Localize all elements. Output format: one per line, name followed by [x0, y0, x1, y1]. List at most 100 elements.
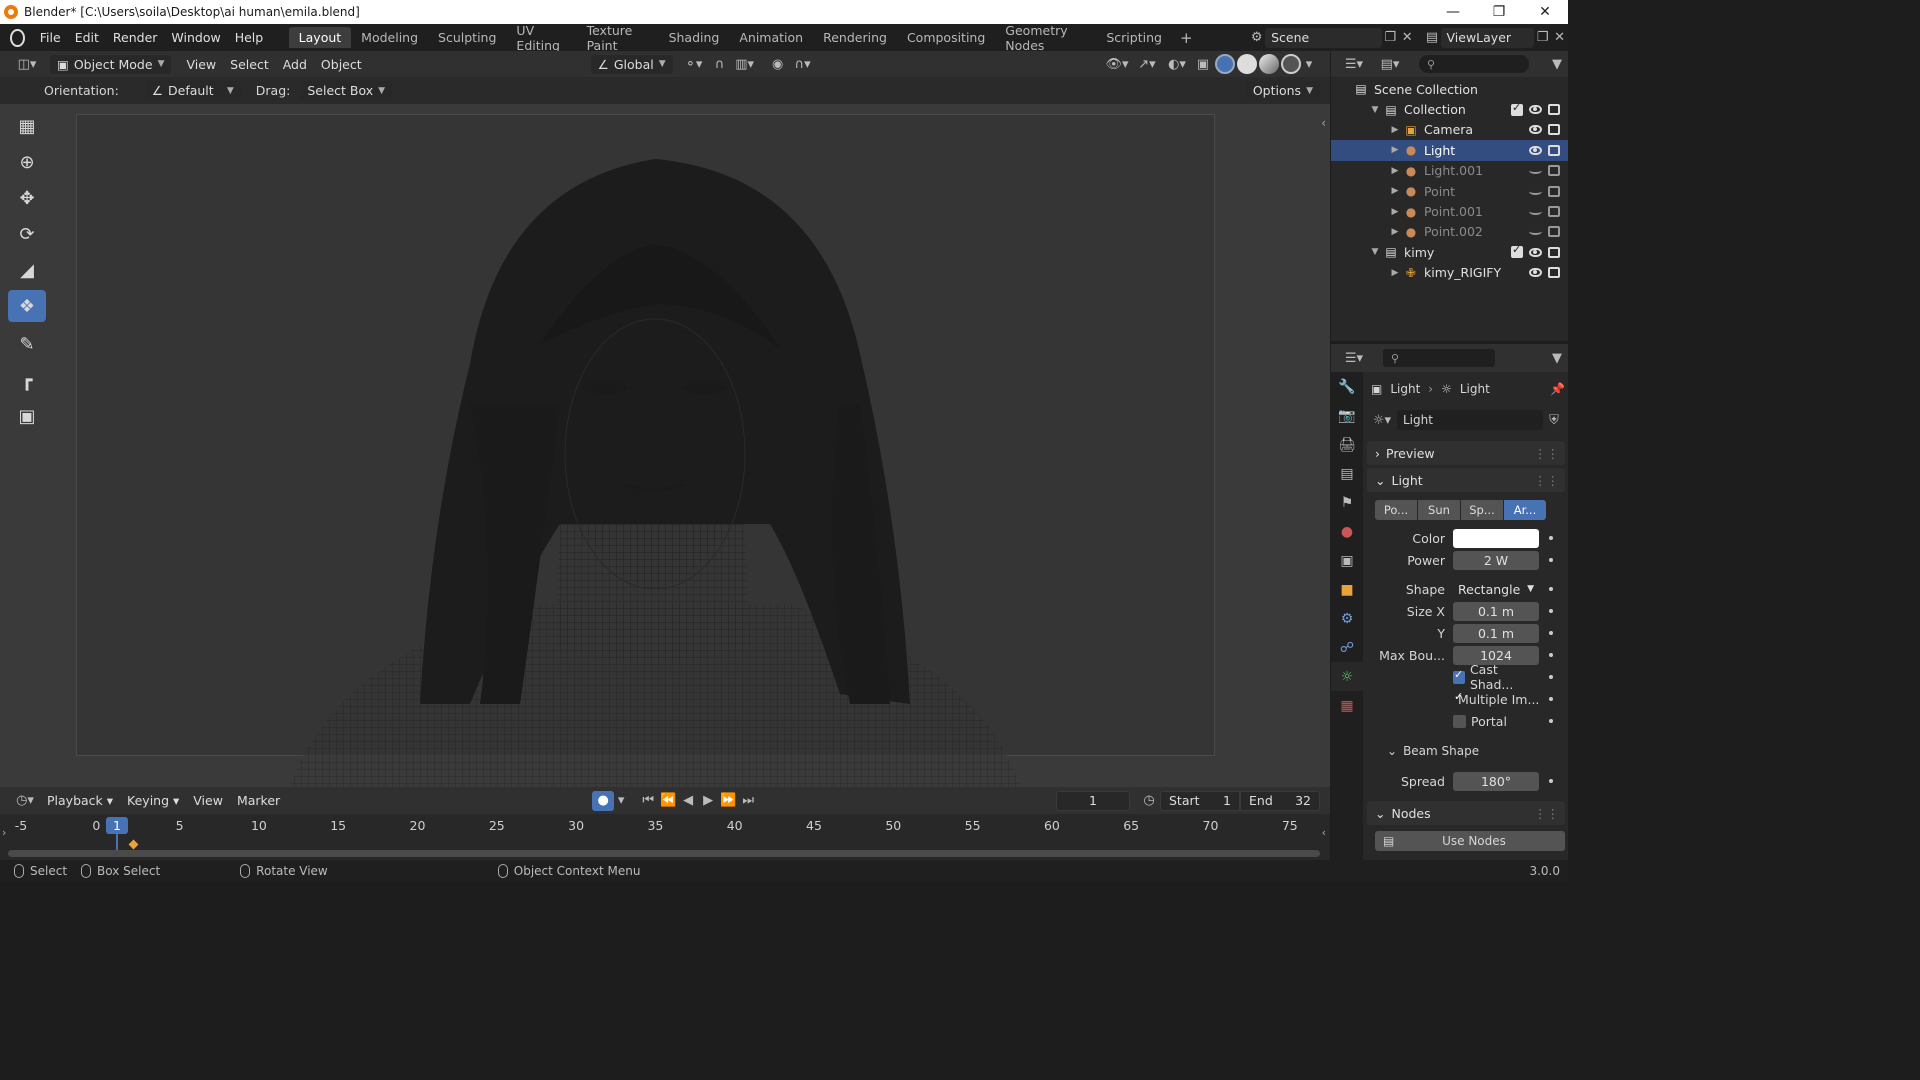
mode-dropdown[interactable]: ▣ Object Mode ▼	[50, 54, 172, 74]
panel-light[interactable]: ⌄ Light ⋮⋮	[1367, 468, 1565, 492]
menu-file[interactable]: File	[33, 30, 68, 45]
light-type-spot[interactable]: Sp...	[1461, 500, 1503, 520]
rotate-tool-icon[interactable]: ⟳	[8, 218, 46, 250]
eye-closed-icon[interactable]	[1529, 188, 1542, 195]
wireframe-shading-icon[interactable]	[1215, 54, 1235, 74]
outliner-object-row[interactable]: ▶ ● Point	[1331, 181, 1568, 201]
outliner-collection-row[interactable]: ▼ ▤ kimy	[1331, 242, 1568, 262]
falloff-icon[interactable]: ∩▾	[789, 54, 817, 74]
tool-tab-icon[interactable]: 🔧	[1331, 372, 1363, 401]
record-options-icon[interactable]: ▾	[614, 791, 628, 811]
pivot-point-icon[interactable]: ⚬▾	[679, 54, 709, 74]
portal-checkbox[interactable]: Portal	[1453, 714, 1539, 729]
eye-closed-icon[interactable]	[1529, 208, 1542, 216]
keyframe-dot-icon[interactable]	[1549, 536, 1553, 540]
menu-help[interactable]: Help	[228, 30, 271, 45]
outliner-object-row[interactable]: ▶ ✙ kimy_RIGIFY	[1331, 263, 1568, 283]
menu-keying[interactable]: Keying ▾	[120, 793, 186, 808]
proportional-edit-icon[interactable]: ◉	[767, 54, 789, 74]
delete-viewlayer-icon[interactable]: ✕	[1551, 28, 1568, 48]
spread-field[interactable]: 180°	[1453, 771, 1539, 791]
outliner-object-row[interactable]: ▶ ● Point.002	[1331, 222, 1568, 242]
gizmo-icon[interactable]: ↗▾	[1132, 54, 1162, 74]
viewlayer-field[interactable]: ViewLayer	[1440, 27, 1535, 48]
eye-icon[interactable]	[1529, 145, 1542, 155]
outliner-search-input[interactable]: ⚲	[1419, 55, 1529, 73]
editor-type-icon[interactable]: ◫▾	[12, 54, 42, 74]
solid-shading-icon[interactable]	[1237, 54, 1257, 74]
exclude-checkbox-icon[interactable]	[1511, 243, 1523, 259]
scene-tab-icon[interactable]: ⚑	[1331, 488, 1363, 517]
move-tool-icon[interactable]: ✥	[8, 182, 46, 214]
render-camera-icon[interactable]	[1548, 185, 1560, 197]
expand-right-icon[interactable]: ▶	[1389, 186, 1401, 196]
color-swatch[interactable]	[1453, 528, 1539, 548]
start-frame-field[interactable]: Start 1	[1160, 790, 1240, 811]
visibility-icon[interactable]: 👁▾	[1102, 54, 1132, 74]
collection-tab-icon[interactable]: ▣	[1331, 546, 1363, 575]
preview-range-icon[interactable]: ◷	[1138, 791, 1160, 811]
drag-handle-icon[interactable]: ⋮⋮	[1534, 446, 1559, 461]
properties-search-input[interactable]: ⚲	[1383, 349, 1495, 367]
menu-view[interactable]: View	[179, 57, 223, 72]
drag-handle-icon[interactable]: ⋮⋮	[1534, 473, 1559, 488]
expand-right-icon[interactable]: ▶	[1389, 166, 1401, 176]
render-camera-icon[interactable]	[1548, 226, 1560, 238]
outliner-object-row[interactable]: ▶ ● Point.001	[1331, 201, 1568, 221]
light-data-tab-icon[interactable]: ☼	[1331, 662, 1363, 691]
eye-icon[interactable]	[1529, 105, 1542, 115]
viewlayer-selector-icon[interactable]: ▤	[1424, 28, 1441, 48]
keyframe-dot-icon[interactable]	[1549, 675, 1553, 679]
tab-rendering[interactable]: Rendering	[813, 27, 897, 48]
play-reverse-icon[interactable]: ◀	[678, 791, 698, 811]
expand-right-icon[interactable]: ▶	[1389, 227, 1401, 237]
tab-sculpting[interactable]: Sculpting	[428, 27, 506, 48]
multiple-importance-checkbox[interactable]: Multiple Im...	[1453, 690, 1539, 707]
render-camera-icon[interactable]	[1548, 206, 1560, 218]
sizey-field[interactable]: 0.1 m	[1453, 623, 1539, 643]
world-tab-icon[interactable]: ●	[1331, 517, 1363, 546]
tab-compositing[interactable]: Compositing	[897, 27, 995, 48]
menu-object[interactable]: Object	[314, 57, 369, 72]
scroll-right-icon[interactable]: ‹	[1322, 826, 1326, 839]
tab-scripting[interactable]: Scripting	[1096, 27, 1172, 48]
panel-nodes[interactable]: ⌄ Nodes ⋮⋮	[1367, 801, 1565, 825]
keyframe-dot-icon[interactable]	[1549, 653, 1553, 657]
use-nodes-button[interactable]: ▤ Use Nodes	[1375, 831, 1565, 851]
annotate-tool-icon[interactable]: ✎	[8, 328, 46, 360]
render-tab-icon[interactable]: 📷	[1331, 401, 1363, 430]
menu-edit[interactable]: Edit	[68, 30, 106, 45]
eye-icon[interactable]	[1529, 125, 1542, 135]
outliner-object-row[interactable]: ▶ ● Light.001	[1331, 161, 1568, 181]
keyframe-dot-icon[interactable]	[1549, 609, 1553, 613]
datablock-browse-icon[interactable]: ☼▾	[1367, 410, 1397, 430]
keyframe-dot-icon[interactable]	[1549, 587, 1553, 591]
keyframe-dot-icon[interactable]	[1549, 697, 1553, 701]
timeline-editor-icon[interactable]: ◷▾	[10, 791, 40, 811]
end-frame-field[interactable]: End 32	[1240, 790, 1320, 811]
current-frame-indicator[interactable]: 1	[106, 817, 128, 834]
cursor-tool-icon[interactable]: ⊕	[8, 146, 46, 178]
select-box-tool-icon[interactable]: ▦	[8, 110, 46, 142]
blender-menu-icon[interactable]	[10, 28, 25, 47]
menu-window[interactable]: Window	[164, 30, 227, 45]
render-camera-icon[interactable]	[1548, 165, 1560, 177]
menu-timeline-view[interactable]: View	[186, 793, 230, 808]
measure-tool-icon[interactable]: ┏	[8, 364, 46, 396]
sizex-field[interactable]: 0.1 m	[1453, 601, 1539, 621]
3d-viewport[interactable]: ▦ ⊕ ✥ ⟳ ◢ ❖ ✎ ┏ ▣ ‹	[0, 104, 1330, 787]
orientation-dropdown[interactable]: ∠ Default ▼	[144, 81, 241, 100]
properties-editor-icon[interactable]: ☰▾	[1339, 348, 1369, 368]
power-field[interactable]: 2 W	[1453, 550, 1539, 570]
snap-icon[interactable]: ∩	[709, 54, 731, 74]
add-workspace-icon[interactable]: +	[1172, 29, 1201, 47]
render-camera-icon[interactable]	[1548, 246, 1560, 258]
snap-target-icon[interactable]: ▥▾	[731, 54, 759, 74]
render-camera-icon[interactable]	[1548, 267, 1560, 279]
transform-orientation-dropdown[interactable]: ∠ Global ▼	[590, 54, 673, 74]
eye-closed-icon[interactable]	[1529, 228, 1542, 236]
texture-tab-icon[interactable]: ▦	[1331, 691, 1363, 720]
expand-right-icon[interactable]: ▶	[1389, 145, 1401, 155]
fake-user-shield-icon[interactable]: ⛨	[1543, 410, 1565, 430]
menu-add[interactable]: Add	[276, 57, 314, 72]
